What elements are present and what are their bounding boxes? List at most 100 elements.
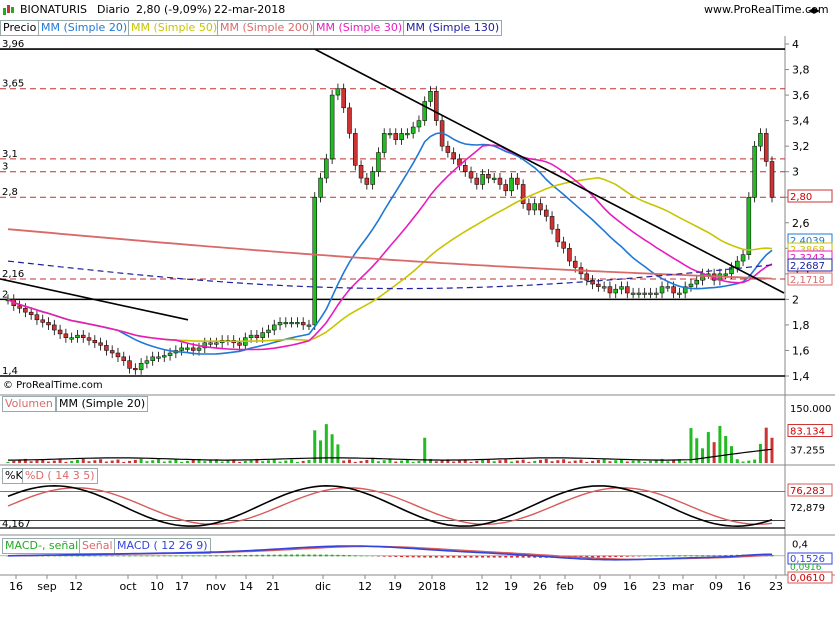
volume-bar — [457, 460, 461, 463]
volume-bar — [434, 461, 438, 463]
macd-hist-bar — [122, 555, 126, 557]
candle-body — [405, 133, 410, 136]
macd-hist-bar — [371, 555, 375, 557]
macd-hist-bar — [654, 555, 658, 557]
candle-body — [341, 88, 346, 109]
volume-bar — [347, 459, 351, 463]
candle-body — [237, 342, 242, 346]
candle-body — [526, 203, 532, 211]
volume-bar — [498, 460, 502, 463]
candle-body — [410, 126, 416, 134]
macd-tag-hist: 0,0610 — [790, 573, 825, 584]
volume-bar — [93, 460, 97, 463]
volume-bar — [753, 459, 757, 463]
macd-hist-bar — [411, 555, 415, 558]
volume-bar — [58, 459, 62, 463]
volume-bar — [608, 461, 612, 463]
candle-body — [353, 133, 358, 166]
candle-body — [491, 177, 497, 180]
macd-hist-bar — [104, 555, 108, 557]
mm30-line — [7, 144, 773, 351]
macd-hist-bar — [139, 555, 143, 557]
x-axis-label: oct — [119, 580, 137, 593]
macd-hist-bar — [174, 555, 178, 557]
volume-bar — [139, 458, 143, 463]
candle-body — [104, 345, 109, 351]
macd-hist-bar — [197, 555, 201, 557]
candle-body — [324, 158, 329, 179]
volume-bar — [52, 460, 56, 463]
price-y-tick: 3,6 — [792, 89, 810, 102]
volume-bar — [64, 461, 68, 463]
x-axis-label: feb — [556, 580, 574, 593]
macd-hist-bar — [492, 555, 496, 558]
x-axis-label: 19 — [388, 580, 402, 593]
macd-hist-bar — [284, 554, 288, 557]
candle-body — [445, 145, 451, 153]
macd-hist-bar — [145, 555, 149, 557]
candle-body — [156, 356, 161, 359]
volume-bar — [718, 425, 722, 463]
volume-bar — [724, 436, 728, 463]
candle-body — [34, 314, 40, 321]
macd-hist-bar — [712, 555, 716, 557]
stoch-tag-k: 76,283 — [790, 486, 825, 497]
volume-bar — [278, 461, 282, 463]
macd-hist-bar — [631, 555, 635, 557]
volume-bar — [122, 461, 126, 463]
macd-hist-bar — [319, 554, 323, 557]
volume-bar — [556, 460, 560, 463]
candle-body — [538, 203, 543, 211]
volume-bar — [376, 461, 380, 463]
candle-body — [185, 347, 190, 350]
volume-bar — [87, 461, 91, 463]
macd-hist-bar — [128, 555, 132, 557]
candle-body — [162, 355, 167, 358]
macd-hist-bar — [706, 555, 710, 557]
macd-hist-bar — [347, 555, 351, 557]
macd-hist-bar — [238, 555, 242, 557]
macd-hist-bar — [330, 554, 334, 557]
volume-bar — [156, 459, 160, 463]
candle-body — [86, 337, 92, 341]
price-y-tick: 2 — [792, 293, 799, 306]
volume-bar — [128, 460, 132, 463]
macd-hist-bar — [324, 554, 328, 557]
candle-body — [671, 286, 676, 294]
macd-hist-bar — [151, 555, 155, 557]
candle-body — [544, 209, 549, 217]
macd-hist-bar — [718, 555, 722, 557]
volume-y-tick: 37.255 — [790, 445, 825, 456]
volume-bar — [261, 461, 265, 463]
volume-bar — [521, 459, 525, 463]
x-axis-label: 23 — [652, 580, 666, 593]
volume-bar — [290, 459, 294, 463]
volume-bar — [35, 460, 39, 463]
candle-body — [127, 360, 132, 369]
macd-hist-bar — [99, 555, 103, 557]
candle-body — [150, 356, 155, 361]
macd-hist-bar — [405, 555, 409, 558]
volume-bar — [307, 459, 311, 463]
macd-hist-bar — [156, 555, 160, 557]
candle-body — [567, 248, 572, 262]
macd-hist-bar — [677, 555, 681, 557]
volume-bar — [550, 461, 554, 463]
macd-hist-bar — [521, 555, 525, 558]
macd-hist-bar — [498, 555, 502, 558]
candle-body — [422, 101, 427, 121]
candle-body — [746, 196, 752, 255]
volume-bar — [238, 461, 242, 463]
macd-signal-line — [7, 545, 773, 561]
price-level-label: 3,96 — [2, 39, 24, 50]
candle-body — [17, 305, 22, 309]
candle-body — [601, 286, 607, 289]
x-axis-label: 12 — [358, 580, 372, 593]
macd-hist-bar — [249, 554, 253, 557]
chart-canvas[interactable]: 43,83,63,43,232,82,62,42,221,81,61,43,96… — [0, 0, 835, 620]
candle-body — [607, 286, 613, 294]
candle-body — [503, 184, 509, 192]
candle-body — [659, 286, 665, 294]
x-axis-label: 10 — [150, 580, 164, 593]
x-axis-label: 16 — [623, 580, 637, 593]
